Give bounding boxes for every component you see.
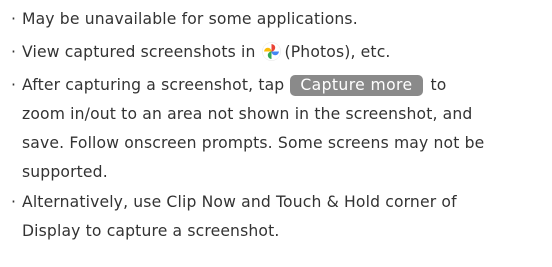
note-item: · Alternatively, use Clip Now and Touch … — [0, 188, 552, 246]
note-line: zoom in/out to an area not shown in the … — [22, 105, 473, 123]
note-text: May be unavailable for some applications… — [22, 10, 358, 28]
notes-list: · May be unavailable for some applicatio… — [0, 0, 552, 267]
note-line: Display to capture a screenshot. — [22, 222, 280, 240]
note-text: After capturing a screenshot, tap — [22, 76, 285, 94]
note-line: View captured screenshots in (Photos), e… — [22, 38, 552, 67]
photos-app-icon — [261, 42, 281, 61]
capture-more-key: Capture more — [290, 75, 423, 96]
note-item: · After capturing a screenshot, tap Captu… — [0, 71, 552, 187]
note-line: save. Follow onscreen prompts. Some scre… — [22, 134, 485, 152]
bullet: · — [11, 193, 17, 211]
note-text: to — [430, 76, 447, 94]
note-text: View captured screenshots in — [22, 43, 256, 61]
note-line: Alternatively, use Clip Now and Touch & … — [22, 193, 457, 211]
note-line: After capturing a screenshot, tap Capture… — [22, 71, 552, 100]
note-item: · View captured screenshots in (Photos),… — [0, 38, 552, 67]
bullet: · — [11, 43, 17, 61]
note-line: supported. — [22, 163, 108, 181]
note-text: (Photos), etc. — [284, 43, 391, 61]
note-item: · May be unavailable for some applicatio… — [0, 5, 552, 34]
bullet: · — [11, 76, 17, 94]
bullet: · — [11, 10, 17, 28]
